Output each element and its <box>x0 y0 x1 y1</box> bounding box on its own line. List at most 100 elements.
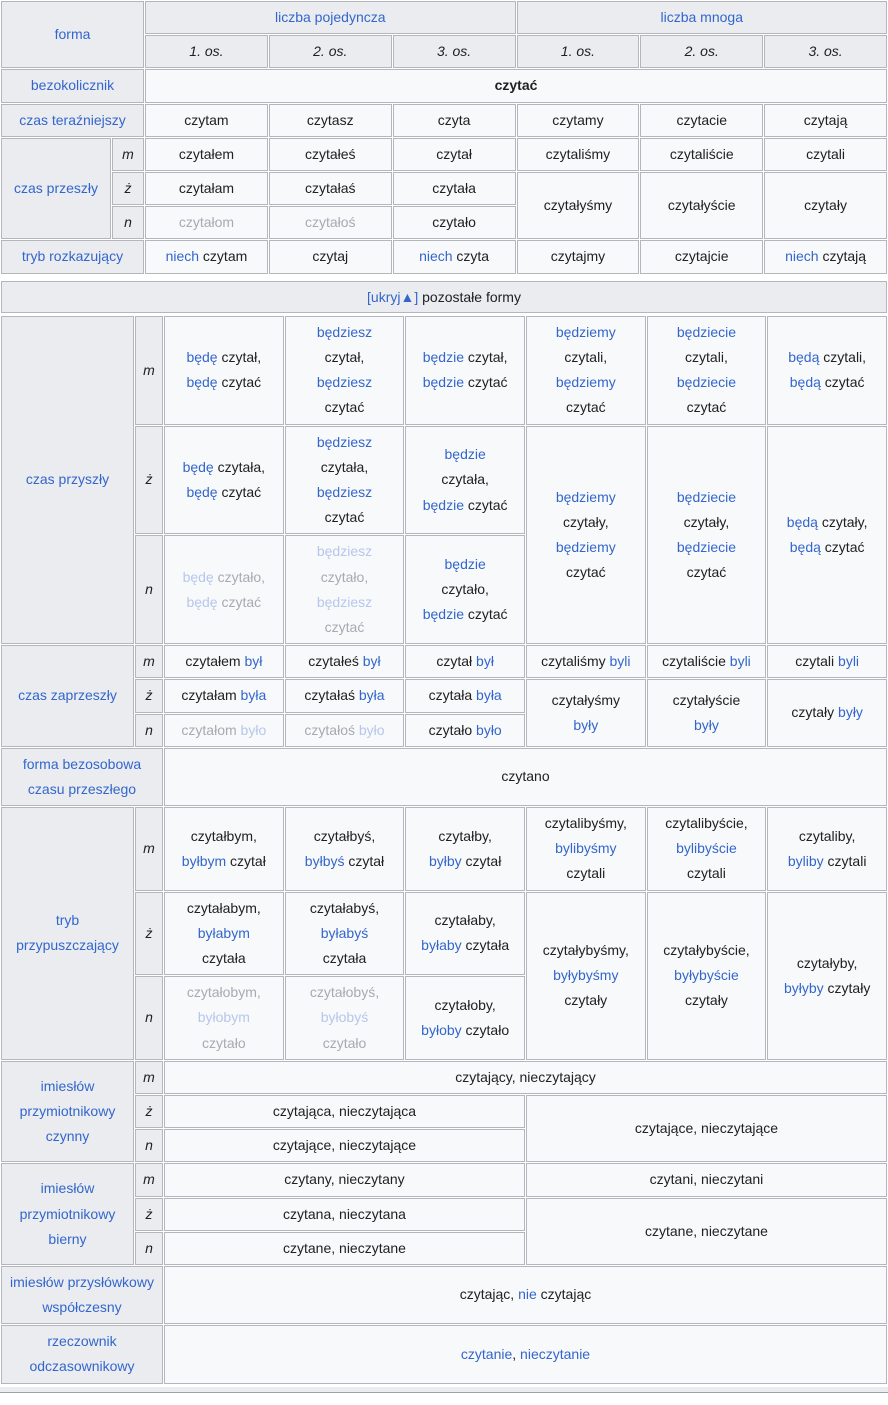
term-link[interactable]: byli <box>730 653 751 669</box>
term-link[interactable]: bylibyście <box>676 840 737 856</box>
term-link[interactable]: czas przeszły <box>14 180 98 196</box>
term-link[interactable]: było <box>241 722 267 738</box>
term-link[interactable]: będzie <box>445 446 486 462</box>
term-link[interactable]: byłbym <box>182 853 226 869</box>
term-link[interactable]: będziemy <box>556 324 616 340</box>
term-link[interactable]: forma <box>55 26 91 42</box>
term-link[interactable]: był <box>244 653 262 669</box>
term-text: czytałyście <box>673 692 741 708</box>
term-link[interactable]: byli <box>610 653 631 669</box>
term-link[interactable]: byłaby <box>421 937 461 953</box>
term-link[interactable]: byłbyś <box>305 853 345 869</box>
term-link[interactable]: byłobym <box>198 1009 250 1025</box>
term-link[interactable]: czytanie <box>461 1346 512 1362</box>
term-link[interactable]: nie <box>518 1286 537 1302</box>
term-text: czytamy <box>552 112 603 128</box>
term-link[interactable]: niech <box>166 248 199 264</box>
term-link[interactable]: niech <box>785 248 818 264</box>
term-link[interactable]: były <box>573 717 598 733</box>
term-link[interactable]: będą <box>787 514 818 530</box>
term-link[interactable]: będziemy <box>556 374 616 390</box>
term-link[interactable]: byłabym <box>198 925 250 941</box>
term-link[interactable]: było <box>476 722 502 738</box>
term-text: czytałbym, <box>191 828 257 844</box>
term-link[interactable]: będę <box>186 594 217 610</box>
term-link[interactable]: forma bezosobowa czasu przeszłego <box>23 756 145 797</box>
term-link[interactable]: będzie <box>423 374 464 390</box>
term-link[interactable]: będą <box>788 349 819 365</box>
term-link[interactable]: będziesz <box>317 594 372 610</box>
term-link[interactable]: była <box>359 687 385 703</box>
term-link[interactable]: byłoby <box>421 1022 461 1038</box>
form-cell: czytałom <box>145 206 268 239</box>
form-cell: czytałoby,byłoby czytało <box>405 976 525 1060</box>
term-link[interactable]: będziesz <box>317 543 372 559</box>
term-link[interactable]: liczba pojedyncza <box>275 9 386 25</box>
term-link[interactable]: niech <box>419 248 452 264</box>
term-link[interactable]: będziesz <box>317 374 372 390</box>
term-link[interactable]: będę <box>183 459 214 475</box>
term-link[interactable]: byli <box>838 653 859 669</box>
term-link[interactable]: było <box>359 722 385 738</box>
term-link[interactable]: były <box>694 717 719 733</box>
term-link[interactable]: byłabyś <box>321 925 368 941</box>
collapse-toggle[interactable]: [ukryj▲] <box>367 289 418 305</box>
term-link[interactable]: byłybyśmy <box>553 967 618 983</box>
term-link[interactable]: będę <box>183 569 214 585</box>
term-link[interactable]: czas przyszły <box>26 471 109 487</box>
term-text: czytali, <box>564 349 607 365</box>
term-link[interactable]: była <box>241 687 267 703</box>
term-link[interactable]: będziesz <box>317 484 372 500</box>
term-link[interactable]: był <box>476 653 494 669</box>
term-text: n <box>145 1009 153 1025</box>
table-row: rzeczownik odczasownikowyczytanie, niecz… <box>1 1325 887 1383</box>
term-text: czytałem <box>179 146 234 162</box>
term-link[interactable]: będzie <box>445 556 486 572</box>
term-link[interactable]: będzie <box>423 606 464 622</box>
term-link[interactable]: czas teraźniejszy <box>19 112 126 128</box>
term-link[interactable]: tryb przypuszczający <box>16 912 119 953</box>
term-link[interactable]: będziesz <box>317 434 372 450</box>
term-link[interactable]: będą <box>790 374 821 390</box>
term-text: czytają <box>804 112 848 128</box>
term-link[interactable]: bezokolicznik <box>31 77 114 93</box>
term-link[interactable]: byłby <box>429 853 462 869</box>
form-cell: czytające, nieczytające <box>164 1129 525 1162</box>
term-link[interactable]: będę <box>186 374 217 390</box>
term-link[interactable]: byłybyście <box>674 967 739 983</box>
term-link[interactable]: bylibyśmy <box>555 840 616 856</box>
term-link[interactable]: będzie <box>423 349 464 365</box>
term-link[interactable]: nieczytanie <box>520 1346 590 1362</box>
term-link[interactable]: byłobyś <box>321 1009 368 1025</box>
term-link[interactable]: był <box>363 653 381 669</box>
conjugation-table-remaining: czas przyszłymbędę czytał,będę czytaćbęd… <box>0 315 888 1385</box>
term-link[interactable]: imiesłów przymiotnikowy bierny <box>20 1180 120 1246</box>
gender-label: n <box>135 714 163 747</box>
term-link[interactable]: imiesłów przymiotnikowy czynny <box>20 1078 120 1144</box>
form-cell: czytaliby,byliby czytali <box>767 807 887 891</box>
term-link[interactable]: rzeczownik odczasownikowy <box>29 1333 134 1374</box>
term-link[interactable]: imiesłów przysłówkowy współczesny <box>10 1274 158 1315</box>
term-link[interactable]: będzie <box>423 497 464 513</box>
term-link[interactable]: tryb rozkazujący <box>22 248 123 264</box>
term-link[interactable]: będziemy <box>556 539 616 555</box>
term-link[interactable]: były <box>838 704 863 720</box>
term-link[interactable]: będziecie <box>677 489 736 505</box>
term-text: ż <box>146 1103 153 1119</box>
form-cell: czytajcie <box>640 240 763 273</box>
term-link[interactable]: będziecie <box>677 324 736 340</box>
term-link[interactable]: czas zaprzeszły <box>18 687 117 703</box>
term-link[interactable]: będziemy <box>556 489 616 505</box>
term-link[interactable]: będą <box>790 539 821 555</box>
term-link[interactable]: będziesz <box>317 324 372 340</box>
term-link[interactable]: byliby <box>788 853 824 869</box>
term-link[interactable]: będziecie <box>677 539 736 555</box>
form-cell: czytałaś była <box>285 679 405 712</box>
term-link[interactable]: byłyby <box>784 980 824 996</box>
term-link[interactable]: liczba mnoga <box>661 9 744 25</box>
term-link[interactable]: będę <box>186 484 217 500</box>
term-link[interactable]: będziecie <box>677 374 736 390</box>
term-link[interactable]: była <box>476 687 502 703</box>
term-link[interactable]: będę <box>186 349 217 365</box>
row-label-tryb-rozkazujacy: tryb rozkazujący <box>1 240 144 273</box>
